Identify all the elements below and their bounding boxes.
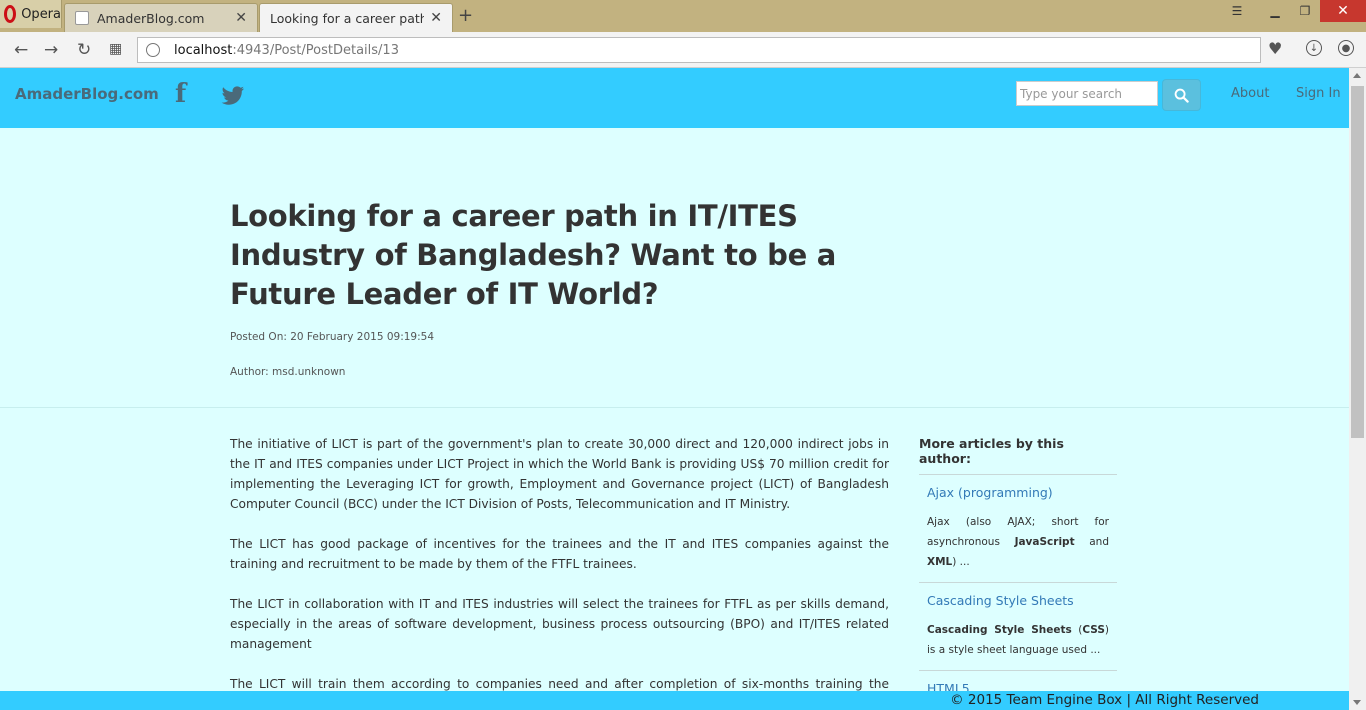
site-navbar: AmaderBlog.com f About Sign In (0, 68, 1349, 128)
author-articles-sidebar: More articles by this author: Ajax (prog… (919, 436, 1117, 710)
scroll-down-icon[interactable] (1353, 700, 1361, 705)
url-field[interactable]: localhost:4943/Post/PostDetails/13 (137, 37, 1261, 63)
new-tab-button[interactable]: + (458, 5, 473, 26)
sidebar-article: Cascading Style Sheets Cascading Style S… (919, 583, 1117, 671)
restore-icon[interactable]: ❐ (1290, 0, 1320, 22)
post-author: Author: msd.unknown (230, 366, 346, 378)
sidebar-article-excerpt: Ajax (also AJAX; short for asynchronous … (927, 516, 1109, 568)
post-header: Looking for a career path in IT/ITES Ind… (0, 128, 1349, 408)
nav-signin-link[interactable]: Sign In (1296, 86, 1341, 101)
facebook-icon[interactable]: f (175, 79, 186, 109)
page-favicon-icon (75, 11, 89, 25)
back-arrow-icon[interactable]: ← (14, 40, 28, 60)
window-controls: ☰ ▁ ❐ ✕ (1222, 0, 1366, 24)
tab-menu-icon[interactable]: ☰ (1222, 0, 1252, 22)
tab-post-details[interactable]: Looking for a career path in IT/ITES Ind… (259, 3, 453, 32)
account-icon[interactable]: ● (1338, 40, 1354, 56)
reload-icon[interactable]: ↻ (77, 40, 91, 60)
window-close-icon[interactable]: ✕ (1320, 0, 1366, 22)
bookmark-heart-icon[interactable]: ♥ (1268, 39, 1282, 58)
scroll-up-icon[interactable] (1353, 73, 1361, 78)
tab-close-icon[interactable]: ✕ (430, 10, 442, 26)
tab-amaderblog[interactable]: AmaderBlog.com ✕ (64, 3, 258, 32)
post-body: The initiative of LICT is part of the go… (230, 434, 889, 710)
sidebar-article-link[interactable]: Cascading Style Sheets (927, 593, 1109, 608)
tab-title: Looking for a career path in IT/ITES Ind… (270, 10, 425, 26)
site-info-icon[interactable] (146, 43, 160, 57)
browser-tab-bar: Opera AmaderBlog.com ✕ Looking for a car… (0, 0, 1366, 32)
address-toolbar: ← → ↻ ▦ localhost:4943/Post/PostDetails/… (0, 32, 1366, 68)
tab-close-icon[interactable]: ✕ (235, 10, 247, 26)
download-icon[interactable]: ↓ (1306, 40, 1322, 56)
site-footer: © 2015 Team Engine Box | All Right Reser… (0, 691, 1349, 710)
post-paragraph: The LICT in collaboration with IT and IT… (230, 597, 889, 651)
opera-logo-icon (4, 5, 17, 23)
sidebar-article-link[interactable]: Ajax (programming) (927, 485, 1109, 500)
post-paragraph: The initiative of LICT is part of the go… (230, 437, 889, 511)
nav-about-link[interactable]: About (1231, 86, 1269, 101)
opera-label: Opera (21, 6, 61, 22)
twitter-icon[interactable] (221, 85, 245, 107)
brand-link[interactable]: AmaderBlog.com (15, 85, 159, 103)
search-input[interactable] (1016, 81, 1158, 106)
url-host: localhost (174, 42, 233, 58)
scroll-thumb[interactable] (1351, 86, 1364, 438)
search-icon (1174, 88, 1189, 103)
sidebar-heading: More articles by this author: (919, 436, 1117, 475)
forward-arrow-icon[interactable]: → (44, 40, 58, 60)
speed-dial-grid-icon[interactable]: ▦ (109, 41, 122, 57)
post-paragraph: The LICT has good package of incentives … (230, 537, 889, 571)
sidebar-article-excerpt: Cascading Style Sheets (CSS) is a style … (927, 624, 1109, 656)
page-scrollbar[interactable] (1349, 68, 1366, 710)
sidebar-article: Ajax (programming) Ajax (also AJAX; shor… (919, 475, 1117, 583)
post-title: Looking for a career path in IT/ITES Ind… (230, 199, 837, 311)
search-button[interactable] (1162, 79, 1201, 111)
minimize-icon[interactable]: ▁ (1260, 0, 1290, 22)
opera-menu-button[interactable]: Opera (0, 0, 62, 28)
url-path: :4943/Post/PostDetails/13 (232, 42, 399, 58)
post-date: Posted On: 20 February 2015 09:19:54 (230, 331, 435, 343)
tab-title: AmaderBlog.com (97, 10, 205, 26)
